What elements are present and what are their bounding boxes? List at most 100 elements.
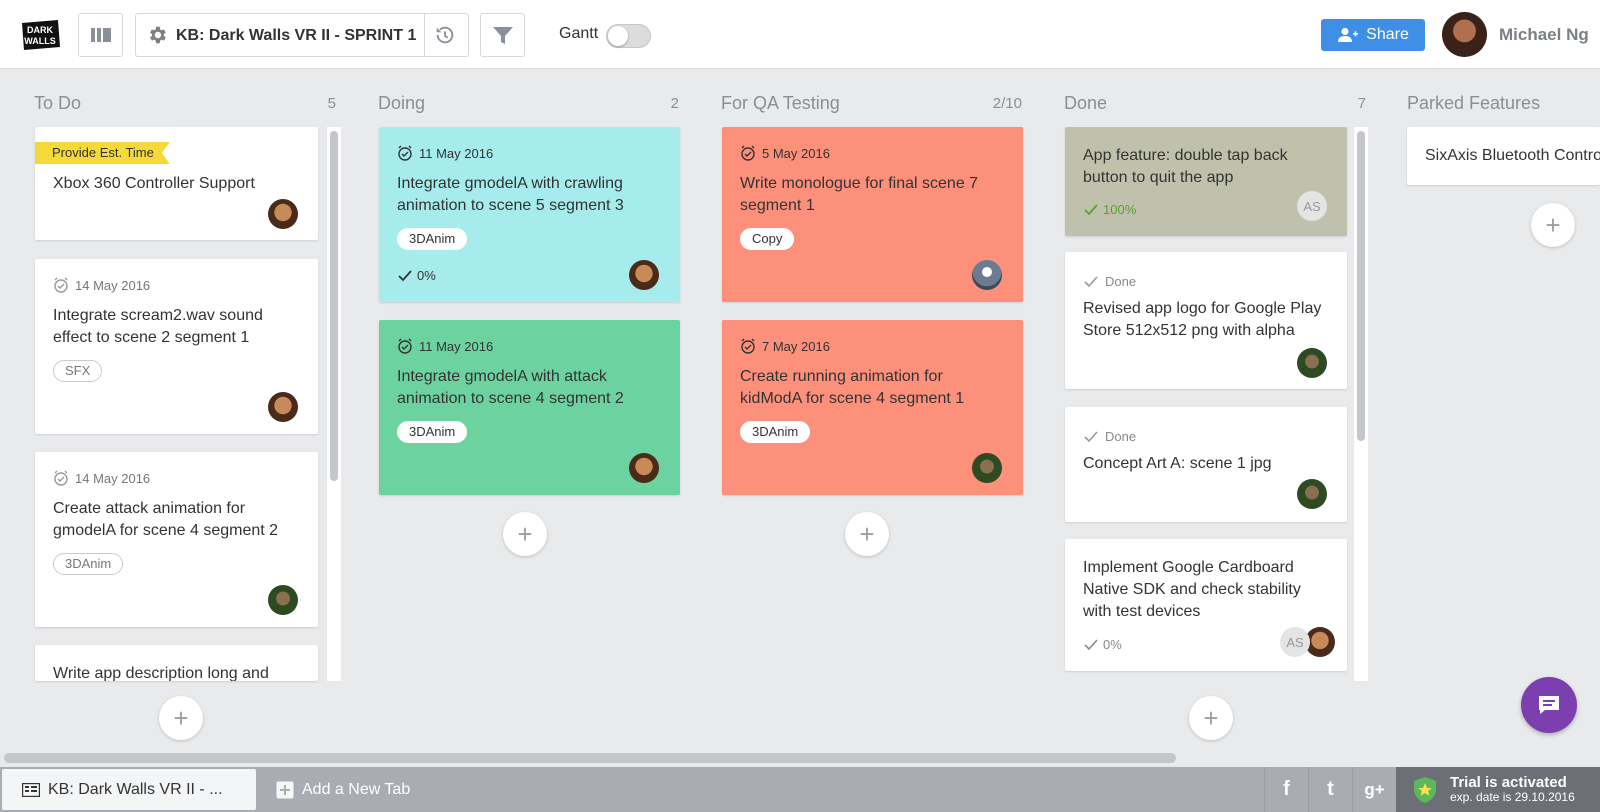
progress-value: 0% xyxy=(417,268,436,283)
gear-icon[interactable] xyxy=(146,24,168,46)
column-title-parked[interactable]: Parked Features xyxy=(1407,93,1540,114)
add-card-button-doing[interactable]: + xyxy=(503,512,547,556)
gantt-toggle[interactable] xyxy=(606,24,651,48)
task-card[interactable]: App feature: double tap back button to q… xyxy=(1065,127,1347,236)
card-tag[interactable]: 3DAnim xyxy=(397,421,468,443)
column-title-todo[interactable]: To Do xyxy=(34,93,81,114)
task-card[interactable]: 11 May 2016 Integrate gmodelA with attac… xyxy=(379,320,680,495)
task-card[interactable]: 11 May 2016 Integrate gmodelA with crawl… xyxy=(379,127,680,302)
estimate-ribbon[interactable]: Provide Est. Time xyxy=(35,142,170,164)
tab-icon xyxy=(22,782,40,797)
assignee-avatar[interactable] xyxy=(972,260,1002,290)
column-count-done: 7 xyxy=(1357,95,1366,112)
assignee-initials[interactable]: AS xyxy=(1280,627,1310,657)
task-card[interactable]: Done Revised app logo for Google Play St… xyxy=(1065,252,1347,389)
trial-title: Trial is activated xyxy=(1450,774,1567,791)
share-label: Share xyxy=(1366,26,1409,43)
due-date: 5 May 2016 xyxy=(740,145,830,161)
progress-value: 0% xyxy=(1103,637,1122,652)
task-card[interactable]: Provide Est. Time Xbox 360 Controller Su… xyxy=(35,127,318,240)
check-icon xyxy=(398,269,412,281)
task-card[interactable]: SixAxis Bluetooth Contro xyxy=(1407,127,1600,185)
scrollbar-thumb[interactable] xyxy=(1357,131,1365,441)
assignee-initials[interactable]: AS xyxy=(1297,191,1327,221)
google-plus-icon[interactable]: g+ xyxy=(1352,767,1396,812)
due-date-text: 5 May 2016 xyxy=(762,145,830,161)
column-count-doing: 2 xyxy=(670,95,679,112)
assignee-avatar[interactable] xyxy=(268,392,298,422)
assignee-avatar[interactable] xyxy=(629,453,659,483)
column-title-qa[interactable]: For QA Testing xyxy=(721,93,840,114)
divider xyxy=(424,14,425,56)
card-title: SixAxis Bluetooth Contro xyxy=(1425,147,1600,164)
card-title: Write app description long and xyxy=(53,665,269,681)
trial-status[interactable]: Trial is activated exp. date is 29.10.20… xyxy=(1396,767,1600,812)
share-button[interactable]: Share xyxy=(1321,19,1425,51)
card-tag[interactable]: 3DAnim xyxy=(53,553,124,575)
facebook-icon[interactable]: f xyxy=(1264,767,1308,812)
check-icon xyxy=(1084,275,1098,287)
column-scrollbar[interactable] xyxy=(1354,127,1368,681)
clock-icon xyxy=(398,338,412,354)
task-card[interactable]: 14 May 2016 Integrate scream2.wav sound … xyxy=(35,259,318,434)
assignee-avatar[interactable] xyxy=(629,260,659,290)
tab-label: KB: Dark Walls VR II - ... xyxy=(48,780,223,798)
column-title-done[interactable]: Done xyxy=(1064,93,1107,114)
scrollbar-thumb[interactable] xyxy=(330,131,338,481)
share-user-icon xyxy=(1338,28,1359,42)
board-title-group: KB: Dark Walls VR II - SPRINT 1 xyxy=(135,13,469,57)
card-tag[interactable]: 3DAnim xyxy=(740,421,811,443)
chat-icon xyxy=(1539,696,1559,714)
board-view-button[interactable] xyxy=(78,13,123,57)
task-card[interactable]: 5 May 2016 Write monologue for final sce… xyxy=(722,127,1023,302)
board-title[interactable]: KB: Dark Walls VR II - SPRINT 1 xyxy=(176,27,416,45)
add-card-button-qa[interactable]: + xyxy=(845,512,889,556)
card-title: Revised app logo for Google Play Store 5… xyxy=(1083,300,1322,339)
progress-value: 100% xyxy=(1103,202,1137,217)
task-card[interactable]: 7 May 2016 Create running animation for … xyxy=(722,320,1023,495)
horizontal-scrollbar[interactable] xyxy=(4,753,1176,763)
add-card-button-parked[interactable]: + xyxy=(1531,203,1575,247)
task-card[interactable]: 14 May 2016 Create attack animation for … xyxy=(35,452,318,627)
due-date: 11 May 2016 xyxy=(397,145,493,161)
card-tag[interactable]: SFX xyxy=(53,360,103,382)
assignee-avatar[interactable] xyxy=(1297,348,1327,378)
assignee-avatar[interactable] xyxy=(268,585,298,615)
due-date-text: 14 May 2016 xyxy=(75,277,151,293)
twitter-icon[interactable]: t xyxy=(1308,767,1352,812)
card-title: Xbox 360 Controller Support xyxy=(53,175,255,192)
card-tag[interactable]: Copy xyxy=(740,228,795,250)
toggle-knob xyxy=(608,26,628,46)
app-logo[interactable]: DARK WALLS xyxy=(18,17,62,53)
board-icon xyxy=(90,28,111,42)
user-avatar[interactable] xyxy=(1442,12,1487,57)
add-card-button-todo[interactable]: + xyxy=(159,696,203,740)
filter-button[interactable] xyxy=(480,13,525,57)
column-title-doing[interactable]: Doing xyxy=(378,93,425,114)
add-card-button-done[interactable]: + xyxy=(1189,696,1233,740)
progress: 100% xyxy=(1083,202,1136,217)
svg-text:WALLS: WALLS xyxy=(24,36,56,46)
card-title: App feature: double tap back button to q… xyxy=(1083,147,1288,186)
clock-icon xyxy=(741,338,755,354)
task-card[interactable]: Implement Google Cardboard Native SDK an… xyxy=(1065,539,1347,671)
tab-board[interactable]: KB: Dark Walls VR II - ... xyxy=(2,769,256,810)
card-title: Create running animation for kidModA for… xyxy=(740,368,965,407)
task-card[interactable]: Write app description long and xyxy=(35,645,318,681)
user-name[interactable]: Michael Ng xyxy=(1499,25,1589,45)
assignee-avatar[interactable] xyxy=(268,199,298,229)
history-icon[interactable] xyxy=(434,24,456,46)
add-new-tab-button[interactable]: Add a New Tab xyxy=(276,767,410,812)
card-title: Implement Google Cardboard Native SDK an… xyxy=(1083,559,1301,620)
check-icon xyxy=(1084,638,1098,650)
card-title: Integrate scream2.wav sound effect to sc… xyxy=(53,307,263,346)
task-card[interactable]: Done Concept Art A: scene 1 jpg xyxy=(1065,407,1347,522)
column-scrollbar[interactable] xyxy=(327,127,341,681)
status-text: Done xyxy=(1105,274,1137,289)
card-title: Write monologue for final scene 7 segmen… xyxy=(740,175,979,214)
chat-button[interactable] xyxy=(1521,677,1577,733)
assignee-avatar[interactable] xyxy=(972,453,1002,483)
card-tag[interactable]: 3DAnim xyxy=(397,228,468,250)
assignee-avatar[interactable] xyxy=(1297,479,1327,509)
gantt-label: Gantt xyxy=(559,25,599,42)
